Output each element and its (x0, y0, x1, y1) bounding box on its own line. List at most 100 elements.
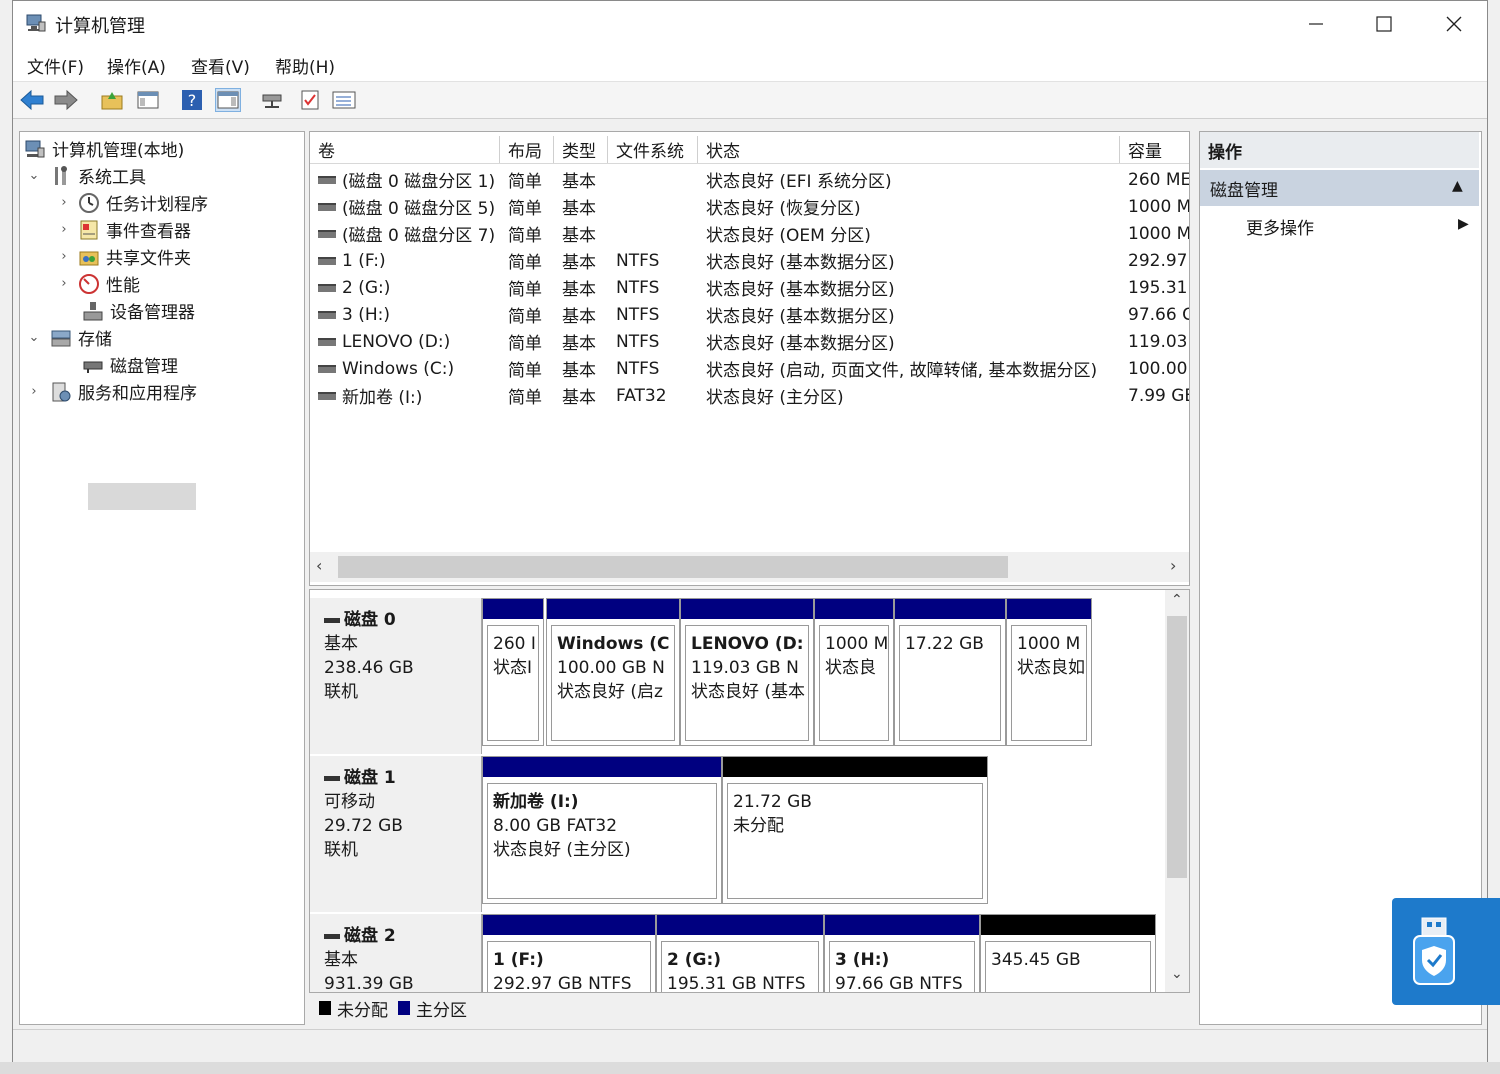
table-row[interactable]: (磁盘 0 磁盘分区 7) 简单 基本 状态良好 (OEM 分区) 1000 M (310, 220, 1189, 247)
menu-action[interactable]: 操作(A) (107, 53, 166, 78)
chevron-right-icon[interactable]: › (26, 384, 42, 399)
cell-text: 基本 (562, 307, 596, 327)
tree-item-event-viewer[interactable]: › 事件查看器 (56, 216, 191, 243)
column-header-type[interactable]: 类型 (554, 136, 608, 163)
cell-status: 状态良好 (基本数据分区) (706, 274, 1118, 301)
table-row[interactable]: LENOVO (D:) 简单 基本 NTFS 状态良好 (基本数据分区) 119.03 (310, 328, 1189, 355)
up-folder-button[interactable] (99, 88, 125, 112)
cell-type: 基本 (562, 328, 608, 355)
cell-fs: NTFS (616, 247, 698, 274)
disk-2-label[interactable]: 磁盘 2 基本 931.39 GB (310, 914, 482, 992)
scroll-up-icon[interactable]: ⌃ (1171, 592, 1183, 608)
usb-security-widget[interactable] (1392, 898, 1500, 1005)
partition-block[interactable]: 21.72 GB 未分配 (722, 756, 988, 904)
cell-cap: 1000 M (1128, 193, 1189, 220)
partition-type-bar (483, 599, 543, 619)
show-hide-tree-button[interactable] (135, 88, 161, 112)
properties-button[interactable] (331, 88, 357, 112)
actions-section-label: 磁盘管理 (1210, 180, 1278, 201)
scroll-down-icon[interactable]: ⌄ (1171, 966, 1183, 982)
vertical-scrollbar[interactable]: ⌃ ⌄ (1165, 590, 1189, 992)
tree-label-device-manager: 设备管理器 (110, 303, 195, 323)
menu-view[interactable]: 查看(V) (191, 53, 250, 78)
minimize-button[interactable] (1281, 1, 1351, 47)
check-button[interactable] (297, 88, 323, 112)
show-action-pane-button[interactable] (215, 88, 241, 112)
partition-block[interactable]: 2 (G:) 195.31 GB NTFS (656, 914, 824, 992)
table-row[interactable]: 2 (G:) 简单 基本 NTFS 状态良好 (基本数据分区) 195.31 (310, 274, 1189, 301)
tree-item-shared-folders[interactable]: › 共享文件夹 (56, 243, 191, 270)
cell-text: 状态良好 (EFI 系统分区) (706, 172, 892, 192)
column-header-layout[interactable]: 布局 (500, 136, 554, 163)
partition-block[interactable]: 260 I 状态I (482, 598, 544, 746)
partition-block[interactable]: 新加卷 (I:) 8.00 GB FAT32 状态良好 (主分区) (482, 756, 722, 904)
partition-block[interactable]: 1000 M 状态良如 (1006, 598, 1092, 746)
help-button[interactable]: ? (179, 88, 205, 112)
table-row[interactable]: 新加卷 (I:) 简单 基本 FAT32 状态良好 (主分区) 7.99 GE (310, 382, 1189, 409)
cell-vol: (磁盘 0 磁盘分区 5) (318, 193, 498, 220)
partition-block[interactable]: 3 (H:) 97.66 GB NTFS (824, 914, 980, 992)
menu-file[interactable]: 文件(F) (27, 53, 84, 78)
column-header-volume[interactable]: 卷 (310, 136, 500, 163)
connect-button[interactable] (259, 88, 285, 112)
chevron-right-icon[interactable]: › (56, 222, 72, 237)
table-row[interactable]: (磁盘 0 磁盘分区 5) 简单 基本 状态良好 (恢复分区) 1000 M (310, 193, 1189, 220)
cell-type: 基本 (562, 274, 608, 301)
collapse-up-icon[interactable]: ▲ (1452, 178, 1463, 194)
tree-item-device-manager[interactable]: 设备管理器 (82, 297, 195, 324)
chevron-down-icon[interactable]: ⌄ (26, 168, 42, 183)
cell-text: 简单 (508, 280, 542, 300)
table-row[interactable]: 1 (F:) 简单 基本 NTFS 状态良好 (基本数据分区) 292.97 (310, 247, 1189, 274)
tree-item-disk-management[interactable]: 磁盘管理 (82, 351, 178, 378)
cell-text: 基本 (562, 334, 596, 354)
device-manager-icon (83, 301, 103, 320)
cell-layout: 简单 (508, 382, 554, 409)
partition-block[interactable]: 1 (F:) 292.97 GB NTFS (482, 914, 656, 992)
scroll-left-icon[interactable]: ‹ (316, 556, 322, 575)
legend-primary: 主分区 (416, 1000, 467, 1021)
disk-1-name: 磁盘 1 (344, 768, 396, 788)
table-row[interactable]: (磁盘 0 磁盘分区 1) 简单 基本 状态良好 (EFI 系统分区) 260 ME (310, 166, 1189, 193)
tree-item-system-tools[interactable]: ⌄ 系统工具 (26, 162, 146, 189)
column-header-filesystem[interactable]: 文件系统 (608, 136, 698, 163)
title-bar[interactable]: 计算机管理 (13, 1, 1487, 47)
table-row[interactable]: 3 (H:) 简单 基本 NTFS 状态良好 (基本数据分区) 97.66 G (310, 301, 1189, 328)
tree-item-task-scheduler[interactable]: › 任务计划程序 (56, 189, 208, 216)
chevron-right-icon[interactable]: › (56, 195, 72, 210)
table-row[interactable]: Windows (C:) 简单 基本 NTFS 状态良好 (启动, 页面文件, 故障转储… (310, 355, 1189, 382)
tree-item-storage[interactable]: ⌄ 存储 (26, 324, 112, 351)
disk-1-label[interactable]: 磁盘 1 可移动 29.72 GB 联机 (310, 756, 482, 912)
chevron-right-icon[interactable]: › (56, 249, 72, 264)
partition-block[interactable]: 345.45 GB (980, 914, 1156, 992)
more-actions-item[interactable]: 更多操作 (1246, 214, 1314, 239)
partition-block[interactable]: 1000 M 状态良 (814, 598, 894, 746)
tree-item-root[interactable]: 计算机管理(本地) (24, 135, 184, 162)
column-header-status[interactable]: 状态 (698, 136, 1120, 163)
tree-item-services[interactable]: › 服务和应用程序 (26, 378, 197, 405)
cell-text: 119.03 (1128, 331, 1188, 352)
scroll-right-icon[interactable]: › (1170, 556, 1176, 575)
partition-block[interactable]: Windows (C 100.00 GB N 状态良好 (启z (546, 598, 680, 746)
partition-line2: 状态I (493, 658, 533, 678)
maximize-button[interactable] (1349, 1, 1419, 47)
tools-icon (55, 165, 67, 185)
partition-block[interactable]: 17.22 GB (894, 598, 1006, 746)
actions-section-disk-management[interactable]: 磁盘管理 ▲ (1200, 170, 1479, 206)
partition-title: 3 (H:) (835, 950, 890, 970)
tree-item-performance[interactable]: › 性能 (56, 270, 140, 297)
column-header-capacity[interactable]: 容量 (1120, 136, 1189, 163)
close-button[interactable] (1419, 1, 1489, 47)
menu-help[interactable]: 帮助(H) (275, 53, 335, 78)
horizontal-scrollbar[interactable]: ‹ › (310, 552, 1189, 582)
partition-title: 2 (G:) (667, 950, 722, 970)
vertical-scroll-thumb[interactable] (1167, 616, 1187, 878)
disk-0-label[interactable]: 磁盘 0 基本 238.46 GB 联机 (310, 598, 482, 754)
cell-vol: LENOVO (D:) (318, 328, 498, 355)
chevron-right-icon[interactable]: › (56, 276, 72, 291)
forward-button[interactable] (53, 88, 79, 112)
properties-list-icon (332, 91, 356, 109)
horizontal-scroll-thumb[interactable] (338, 556, 1008, 578)
partition-block[interactable]: LENOVO (D: 119.03 GB N 状态良好 (基本 (680, 598, 814, 746)
back-button[interactable] (19, 88, 45, 112)
chevron-down-icon[interactable]: ⌄ (26, 330, 42, 345)
